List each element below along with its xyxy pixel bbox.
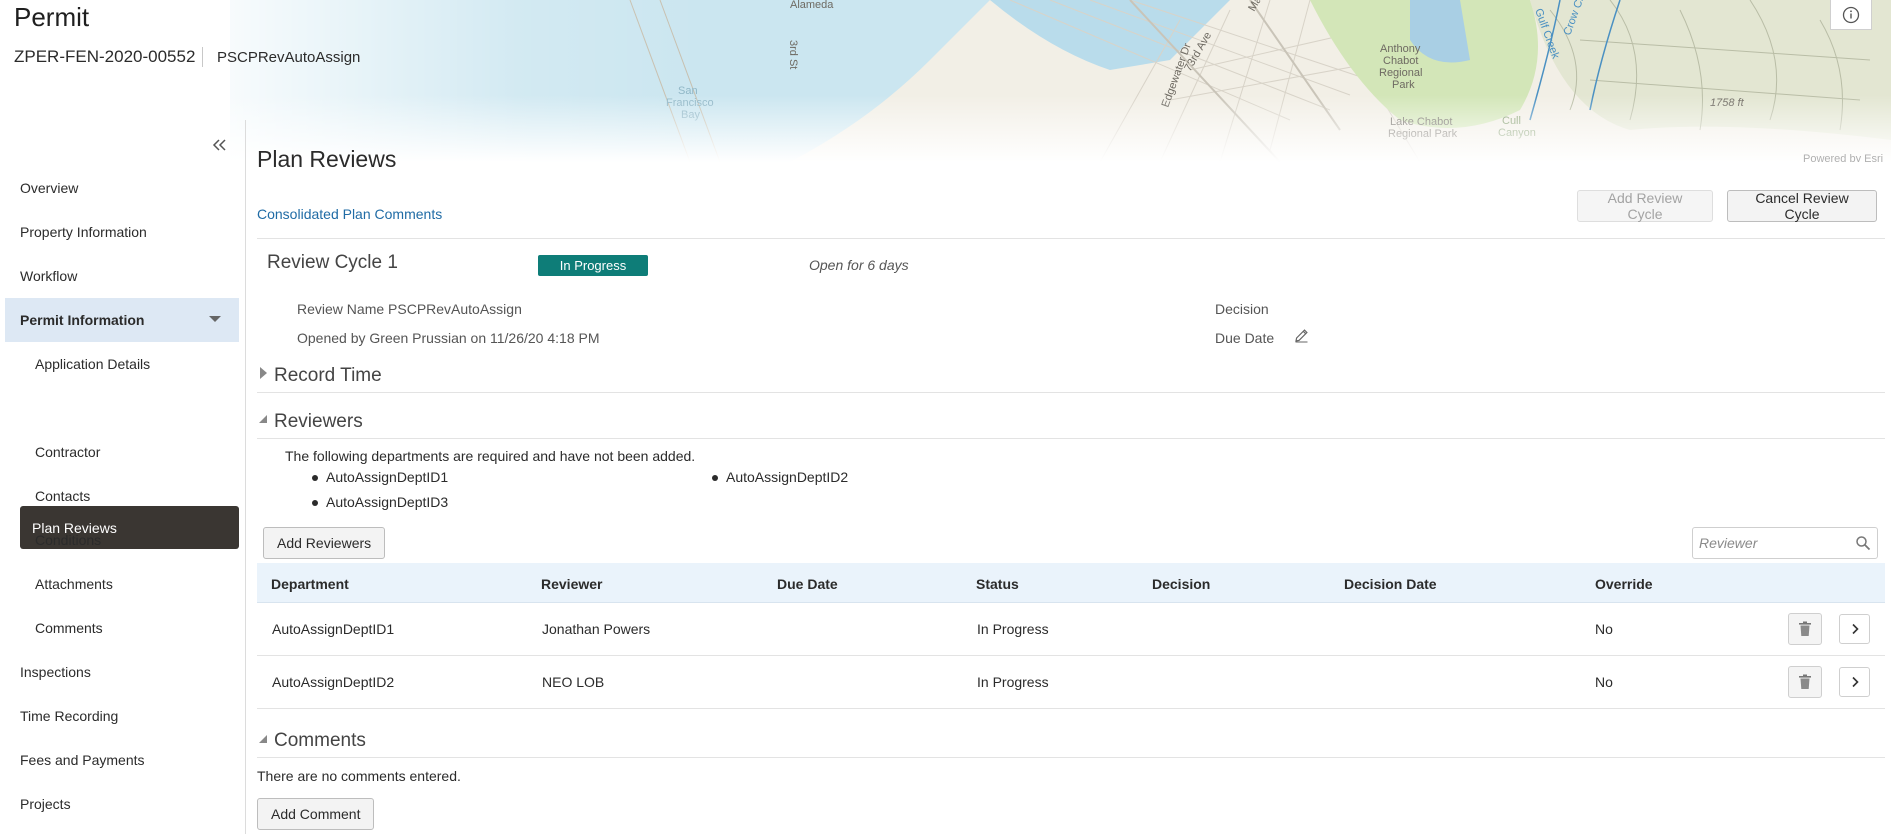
cell-override: No [1595, 674, 1613, 690]
add-comment-button[interactable]: Add Comment [257, 798, 375, 830]
sidebar-item-contacts[interactable]: Contacts [35, 488, 90, 504]
column-header-decision-date[interactable]: Decision Date [1344, 576, 1437, 592]
page-header: Alameda Anthony Chabot Regional Park Lak… [0, 0, 1891, 162]
sidebar-item-contractor[interactable]: Contractor [35, 444, 100, 460]
info-button[interactable] [1830, 0, 1872, 30]
consolidated-plan-comments-link[interactable]: Consolidated Plan Comments [257, 206, 442, 222]
caret-down-icon [259, 735, 267, 743]
required-dept-item: AutoAssignDeptID3 [312, 494, 448, 510]
decision-label: Decision [1215, 301, 1269, 317]
double-chevron-left-icon [212, 139, 226, 151]
info-icon [1842, 6, 1860, 23]
chevron-right-icon [1851, 623, 1859, 635]
cell-override: No [1595, 621, 1613, 637]
permit-type: PSCPRevAutoAssign [217, 49, 361, 66]
record-time-title: Record Time [274, 365, 382, 386]
cell-status: In Progress [977, 674, 1049, 690]
permit-id: ZPER-FEN-2020-00552 [14, 47, 196, 66]
delete-reviewer-button[interactable] [1788, 613, 1822, 645]
collapse-sidebar-button[interactable] [212, 136, 228, 157]
pencil-icon [1295, 329, 1308, 343]
chevron-down-icon [209, 316, 221, 322]
divider [257, 438, 1885, 439]
column-header-override[interactable]: Override [1595, 576, 1653, 592]
chevron-right-icon [1851, 676, 1859, 688]
delete-reviewer-button[interactable] [1788, 666, 1822, 698]
required-departments-notice: The following departments are required a… [285, 448, 696, 464]
table-row[interactable]: AutoAssignDeptID1 Jonathan Powers In Pro… [257, 603, 1885, 656]
divider [257, 392, 1885, 393]
sidebar-item-comments[interactable]: Comments [35, 620, 103, 636]
sidebar-item-attachments[interactable]: Attachments [35, 576, 113, 592]
sidebar-item-application-details[interactable]: Application Details [35, 356, 150, 372]
sidebar-group-label: Permit Information [20, 312, 145, 328]
column-header-department[interactable]: Department [271, 576, 349, 592]
cell-reviewer: Jonathan Powers [542, 621, 651, 637]
divider [257, 757, 1885, 758]
opened-by: Opened by Green Prussian on 11/26/20 4:1… [297, 330, 600, 346]
column-header-reviewer[interactable]: Reviewer [541, 576, 602, 592]
add-review-cycle-button[interactable]: Add Review Cycle [1577, 190, 1713, 222]
review-cycle-title: Review Cycle 1 [267, 252, 398, 273]
reviewer-search-input[interactable] [1693, 528, 1843, 558]
page-title: Permit [14, 2, 90, 32]
sidebar-item-projects[interactable]: Projects [20, 796, 71, 812]
caret-right-icon [260, 367, 267, 379]
review-name: Review Name PSCPRevAutoAssign [297, 301, 522, 317]
cell-department: AutoAssignDeptID1 [272, 621, 395, 637]
cell-status: In Progress [977, 621, 1049, 637]
due-date-label: Due Date [1215, 330, 1275, 346]
reviewers-table-header: Department Reviewer Due Date Status Deci… [257, 563, 1885, 603]
edit-due-date-button[interactable] [1294, 328, 1309, 348]
sidebar-item-workflow[interactable]: Workflow [20, 268, 77, 284]
caret-down-icon [259, 415, 267, 423]
sidebar-item-overview[interactable]: Overview [20, 180, 78, 196]
sidebar-item-property-information[interactable]: Property Information [20, 224, 147, 240]
column-header-due-date[interactable]: Due Date [777, 576, 838, 592]
status-badge: In Progress [538, 255, 648, 276]
table-row[interactable]: AutoAssignDeptID2 NEO LOB In Progress No [257, 656, 1885, 709]
reviewers-title: Reviewers [274, 411, 363, 432]
row-details-button[interactable] [1839, 667, 1870, 697]
trash-icon [1799, 621, 1811, 636]
open-duration: Open for 6 days [809, 257, 909, 273]
sidebar-group-permit-information[interactable]: Permit Information [5, 298, 239, 342]
sidebar-item-time-recording[interactable]: Time Recording [20, 708, 118, 724]
trash-icon [1799, 674, 1811, 689]
sidebar-item-fees-and-payments[interactable]: Fees and Payments [20, 752, 145, 768]
add-reviewers-button[interactable]: Add Reviewers [263, 527, 386, 559]
header-divider [202, 47, 203, 67]
required-dept-item: AutoAssignDeptID2 [712, 469, 848, 485]
column-header-decision[interactable]: Decision [1152, 576, 1210, 592]
sidebar: Overview Property Information Workflow P… [0, 120, 246, 834]
map-credit: Powered by Esri [1803, 153, 1884, 162]
cell-department: AutoAssignDeptID2 [272, 674, 395, 690]
reviewer-search [1692, 527, 1878, 559]
sidebar-item-conditions[interactable]: Conditions [35, 532, 101, 548]
divider [257, 238, 1885, 239]
empty-comments-message: There are no comments entered. [257, 768, 461, 784]
cell-reviewer: NEO LOB [542, 674, 605, 690]
search-icon[interactable] [1855, 535, 1871, 551]
sidebar-item-inspections[interactable]: Inspections [20, 664, 91, 680]
row-details-button[interactable] [1839, 614, 1870, 644]
cancel-review-cycle-button[interactable]: Cancel Review Cycle [1727, 190, 1877, 222]
column-header-status[interactable]: Status [976, 576, 1019, 592]
section-title: Plan Reviews [257, 146, 397, 172]
required-dept-item: AutoAssignDeptID1 [312, 469, 448, 485]
comments-title: Comments [274, 730, 366, 751]
